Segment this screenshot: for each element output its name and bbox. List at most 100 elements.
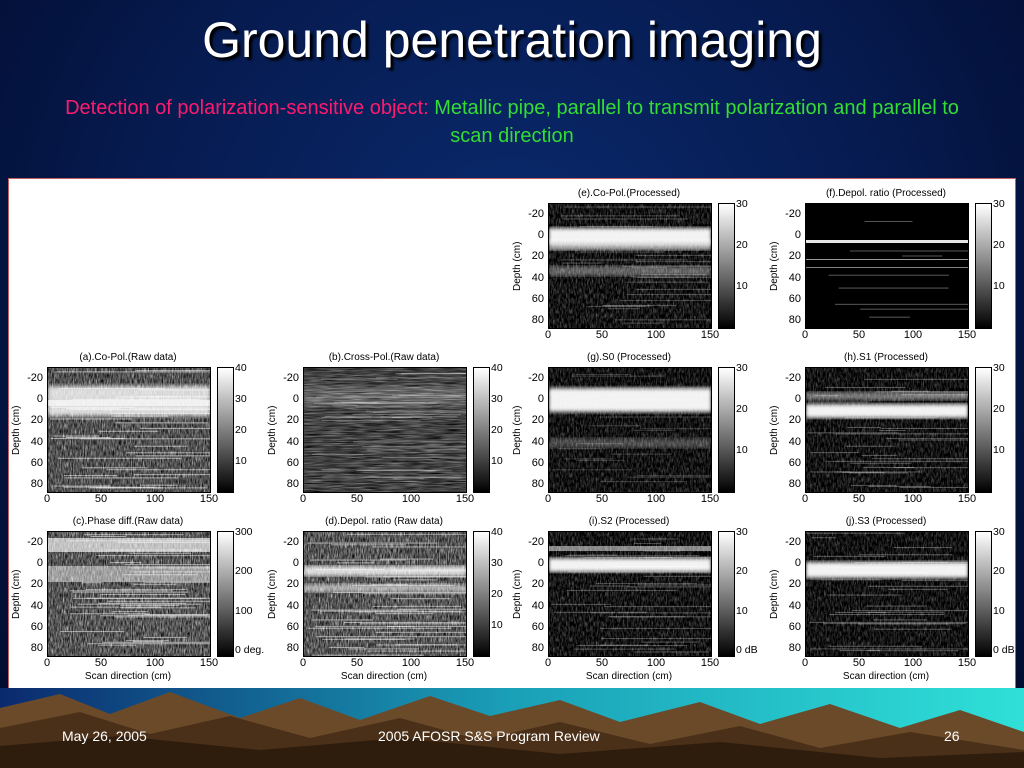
radar-image-figure: (e).Co-Pol.(Processed) -20 0 20 40 60 80 0 50 100… — [8, 178, 1016, 692]
subtitle-green: Metallic pipe, parallel to transmit pola… — [434, 97, 959, 147]
x-tick-c-1: 50 — [94, 657, 108, 669]
x-tick-b-2: 100 — [401, 493, 421, 505]
colorbar-tick-g-2: 10 — [736, 444, 748, 457]
colorbar-tick-c-3: 0 deg. — [235, 644, 265, 657]
colorbar-d — [473, 531, 490, 657]
panel-title-j: (j).S3 (Processed) — [845, 516, 927, 527]
colorbar-tick-i-3: 0 dB — [736, 644, 758, 657]
radar-texture-b — [304, 368, 466, 492]
y-tick-b-0: -20 — [283, 372, 299, 384]
y-tick-d-4: 60 — [286, 620, 299, 633]
y-tick-b-4: 60 — [286, 456, 299, 469]
y-tick-i-4: 60 — [531, 620, 544, 633]
y-tick-a-2: 20 — [30, 414, 43, 427]
radar-image-b — [303, 367, 467, 493]
colorbar-tick-h-0: 30 — [993, 362, 1005, 375]
y-tick-g-5: 80 — [531, 478, 544, 490]
y-tick-j-2: 20 — [788, 578, 801, 591]
panel-title-c: (c).Phase diff.(Raw data) — [72, 516, 184, 527]
x-tick-g-1: 50 — [595, 493, 609, 505]
y-tick-j-3: 40 — [788, 599, 801, 612]
x-axis-label-d: Scan direction (cm) — [340, 671, 428, 682]
y-tick-d-2: 20 — [286, 578, 299, 591]
x-tick-j-0: 0 — [801, 657, 809, 669]
x-tick-f-3: 150 — [957, 329, 977, 341]
x-tick-j-1: 50 — [852, 657, 866, 669]
y-tick-h-1: 0 — [794, 393, 801, 406]
radar-image-h — [805, 367, 969, 493]
slide-subtitle: Detection of polarization-sensitive obje… — [60, 94, 964, 150]
y-tick-j-1: 0 — [794, 557, 801, 570]
colorbar-tick-j-2: 10 — [993, 604, 1005, 617]
colorbar-tick-a-3: 10 — [235, 455, 247, 468]
x-tick-h-2: 100 — [903, 493, 923, 505]
y-tick-g-4: 60 — [531, 456, 544, 469]
radar-texture-g — [549, 368, 711, 492]
colorbar-tick-b-0: 40 — [491, 362, 503, 375]
x-tick-i-0: 0 — [544, 657, 552, 669]
y-tick-b-1: 0 — [292, 393, 299, 406]
y-axis-label-c: Depth (cm) — [11, 569, 22, 619]
y-tick-f-2: 20 — [788, 250, 801, 263]
colorbar-tick-j-0: 30 — [993, 526, 1005, 539]
colorbar-tick-c-0: 300 — [235, 526, 253, 539]
y-tick-a-1: 0 — [36, 393, 43, 406]
y-axis-label-e: Depth (cm) — [512, 241, 523, 291]
x-tick-i-3: 150 — [700, 657, 720, 669]
y-tick-e-2: 20 — [531, 250, 544, 263]
y-tick-i-2: 20 — [531, 578, 544, 591]
colorbar-tick-d-3: 10 — [491, 619, 503, 632]
x-tick-a-0: 0 — [43, 493, 51, 505]
colorbar-f — [975, 203, 992, 329]
panel-title-d: (d).Depol. ratio (Raw data) — [325, 516, 443, 527]
panel-title-f: (f).Depol. ratio (Processed) — [825, 188, 947, 199]
y-tick-g-0: -20 — [528, 372, 544, 384]
colorbar-e — [718, 203, 735, 329]
footer-date: May 26, 2005 — [62, 728, 147, 744]
colorbar-c — [217, 531, 234, 657]
colorbar-b — [473, 367, 490, 493]
colorbar-tick-f-1: 20 — [993, 239, 1005, 252]
colorbar-tick-i-0: 30 — [736, 526, 748, 539]
y-tick-e-5: 80 — [531, 314, 544, 326]
x-tick-c-3: 150 — [199, 657, 219, 669]
x-tick-j-3: 150 — [957, 657, 977, 669]
x-axis-label-c: Scan direction (cm) — [84, 671, 172, 682]
panel-title-b: (b).Cross-Pol.(Raw data) — [328, 352, 440, 363]
y-tick-c-5: 80 — [30, 642, 43, 654]
x-tick-c-2: 100 — [145, 657, 165, 669]
panel-title-e: (e).Co-Pol.(Processed) — [577, 188, 681, 199]
radar-image-j — [805, 531, 969, 657]
y-axis-label-j: Depth (cm) — [769, 569, 780, 619]
x-tick-d-0: 0 — [299, 657, 307, 669]
colorbar-tick-a-1: 30 — [235, 393, 247, 406]
y-tick-c-0: -20 — [27, 536, 43, 548]
y-tick-a-4: 60 — [30, 456, 43, 469]
y-tick-d-0: -20 — [283, 536, 299, 548]
y-axis-label-b: Depth (cm) — [267, 405, 278, 455]
y-tick-e-4: 60 — [531, 292, 544, 305]
y-axis-label-h: Depth (cm) — [769, 405, 780, 455]
y-tick-b-2: 20 — [286, 414, 299, 427]
radar-texture-h — [806, 368, 968, 492]
colorbar-tick-c-1: 200 — [235, 564, 253, 577]
colorbar-tick-g-1: 20 — [736, 403, 748, 416]
y-tick-j-0: -20 — [785, 536, 801, 548]
x-tick-h-0: 0 — [801, 493, 809, 505]
y-tick-b-5: 80 — [286, 478, 299, 490]
radar-image-i — [548, 531, 712, 657]
x-tick-b-1: 50 — [350, 493, 364, 505]
colorbar-tick-j-1: 20 — [993, 564, 1005, 577]
y-tick-e-1: 0 — [537, 229, 544, 242]
colorbar-tick-e-2: 10 — [736, 280, 748, 293]
x-tick-d-1: 50 — [350, 657, 364, 669]
x-tick-e-2: 100 — [646, 329, 666, 341]
colorbar-tick-d-2: 20 — [491, 588, 503, 601]
colorbar-tick-g-0: 30 — [736, 362, 748, 375]
radar-texture-e — [549, 204, 711, 328]
x-tick-f-2: 100 — [903, 329, 923, 341]
colorbar-tick-f-0: 30 — [993, 198, 1005, 211]
colorbar-tick-i-2: 10 — [736, 604, 748, 617]
x-tick-e-1: 50 — [595, 329, 609, 341]
x-tick-a-3: 150 — [199, 493, 219, 505]
